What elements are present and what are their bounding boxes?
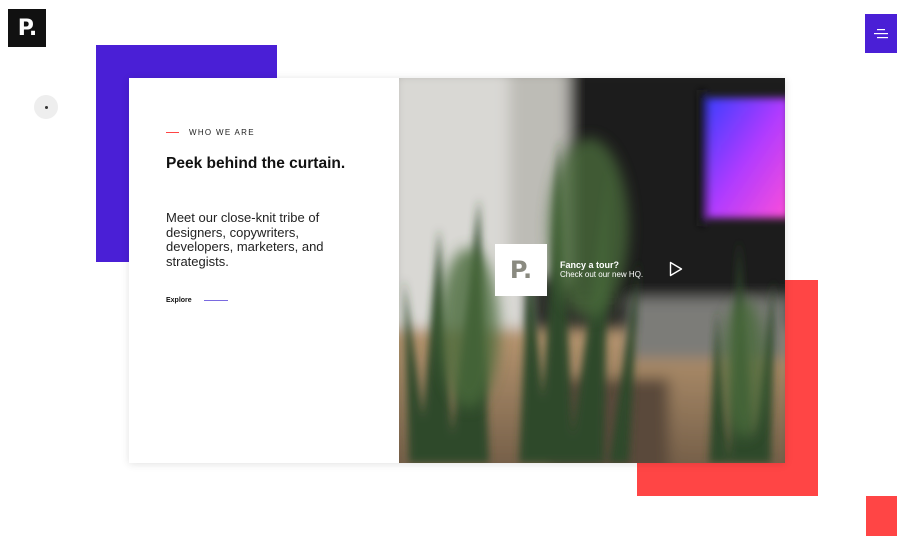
page: P. WHO WE ARE Peek behind the curtain. M… xyxy=(0,0,897,536)
explore-label: Explore xyxy=(166,297,192,304)
intro-card: WHO WE ARE Peek behind the curtain. Meet… xyxy=(129,78,785,463)
menu-button[interactable] xyxy=(865,14,897,53)
eyebrow-text: WHO WE ARE xyxy=(189,128,255,137)
section-body: Meet our close-knit tribe of designers, … xyxy=(166,210,324,269)
explore-underline xyxy=(203,300,228,301)
brand-logo[interactable]: P. xyxy=(8,9,46,47)
play-triangle-icon[interactable] xyxy=(669,261,683,277)
video-logo-badge[interactable]: P. xyxy=(495,244,547,296)
brand-logo-text: P. xyxy=(17,15,37,41)
office-video-panel[interactable]: P. Fancy a tour? Check out our new HQ. xyxy=(399,78,785,463)
section-headline: Peek behind the curtain. xyxy=(166,155,346,172)
tour-caption[interactable]: Fancy a tour? Check out our new HQ. xyxy=(560,260,643,280)
dot-icon xyxy=(44,105,48,109)
eyebrow: WHO WE ARE xyxy=(166,128,255,137)
explore-link[interactable]: Explore xyxy=(166,297,228,304)
eyebrow-dash xyxy=(166,132,179,133)
scroll-indicator-dot[interactable] xyxy=(34,95,58,119)
red-corner-block xyxy=(866,496,897,536)
hamburger-menu-icon xyxy=(874,28,888,38)
intro-text-panel: WHO WE ARE Peek behind the curtain. Meet… xyxy=(129,78,399,463)
video-logo-text: P. xyxy=(509,256,533,284)
tour-title: Fancy a tour? xyxy=(560,260,620,270)
tour-subtitle: Check out our new HQ. xyxy=(560,270,644,279)
